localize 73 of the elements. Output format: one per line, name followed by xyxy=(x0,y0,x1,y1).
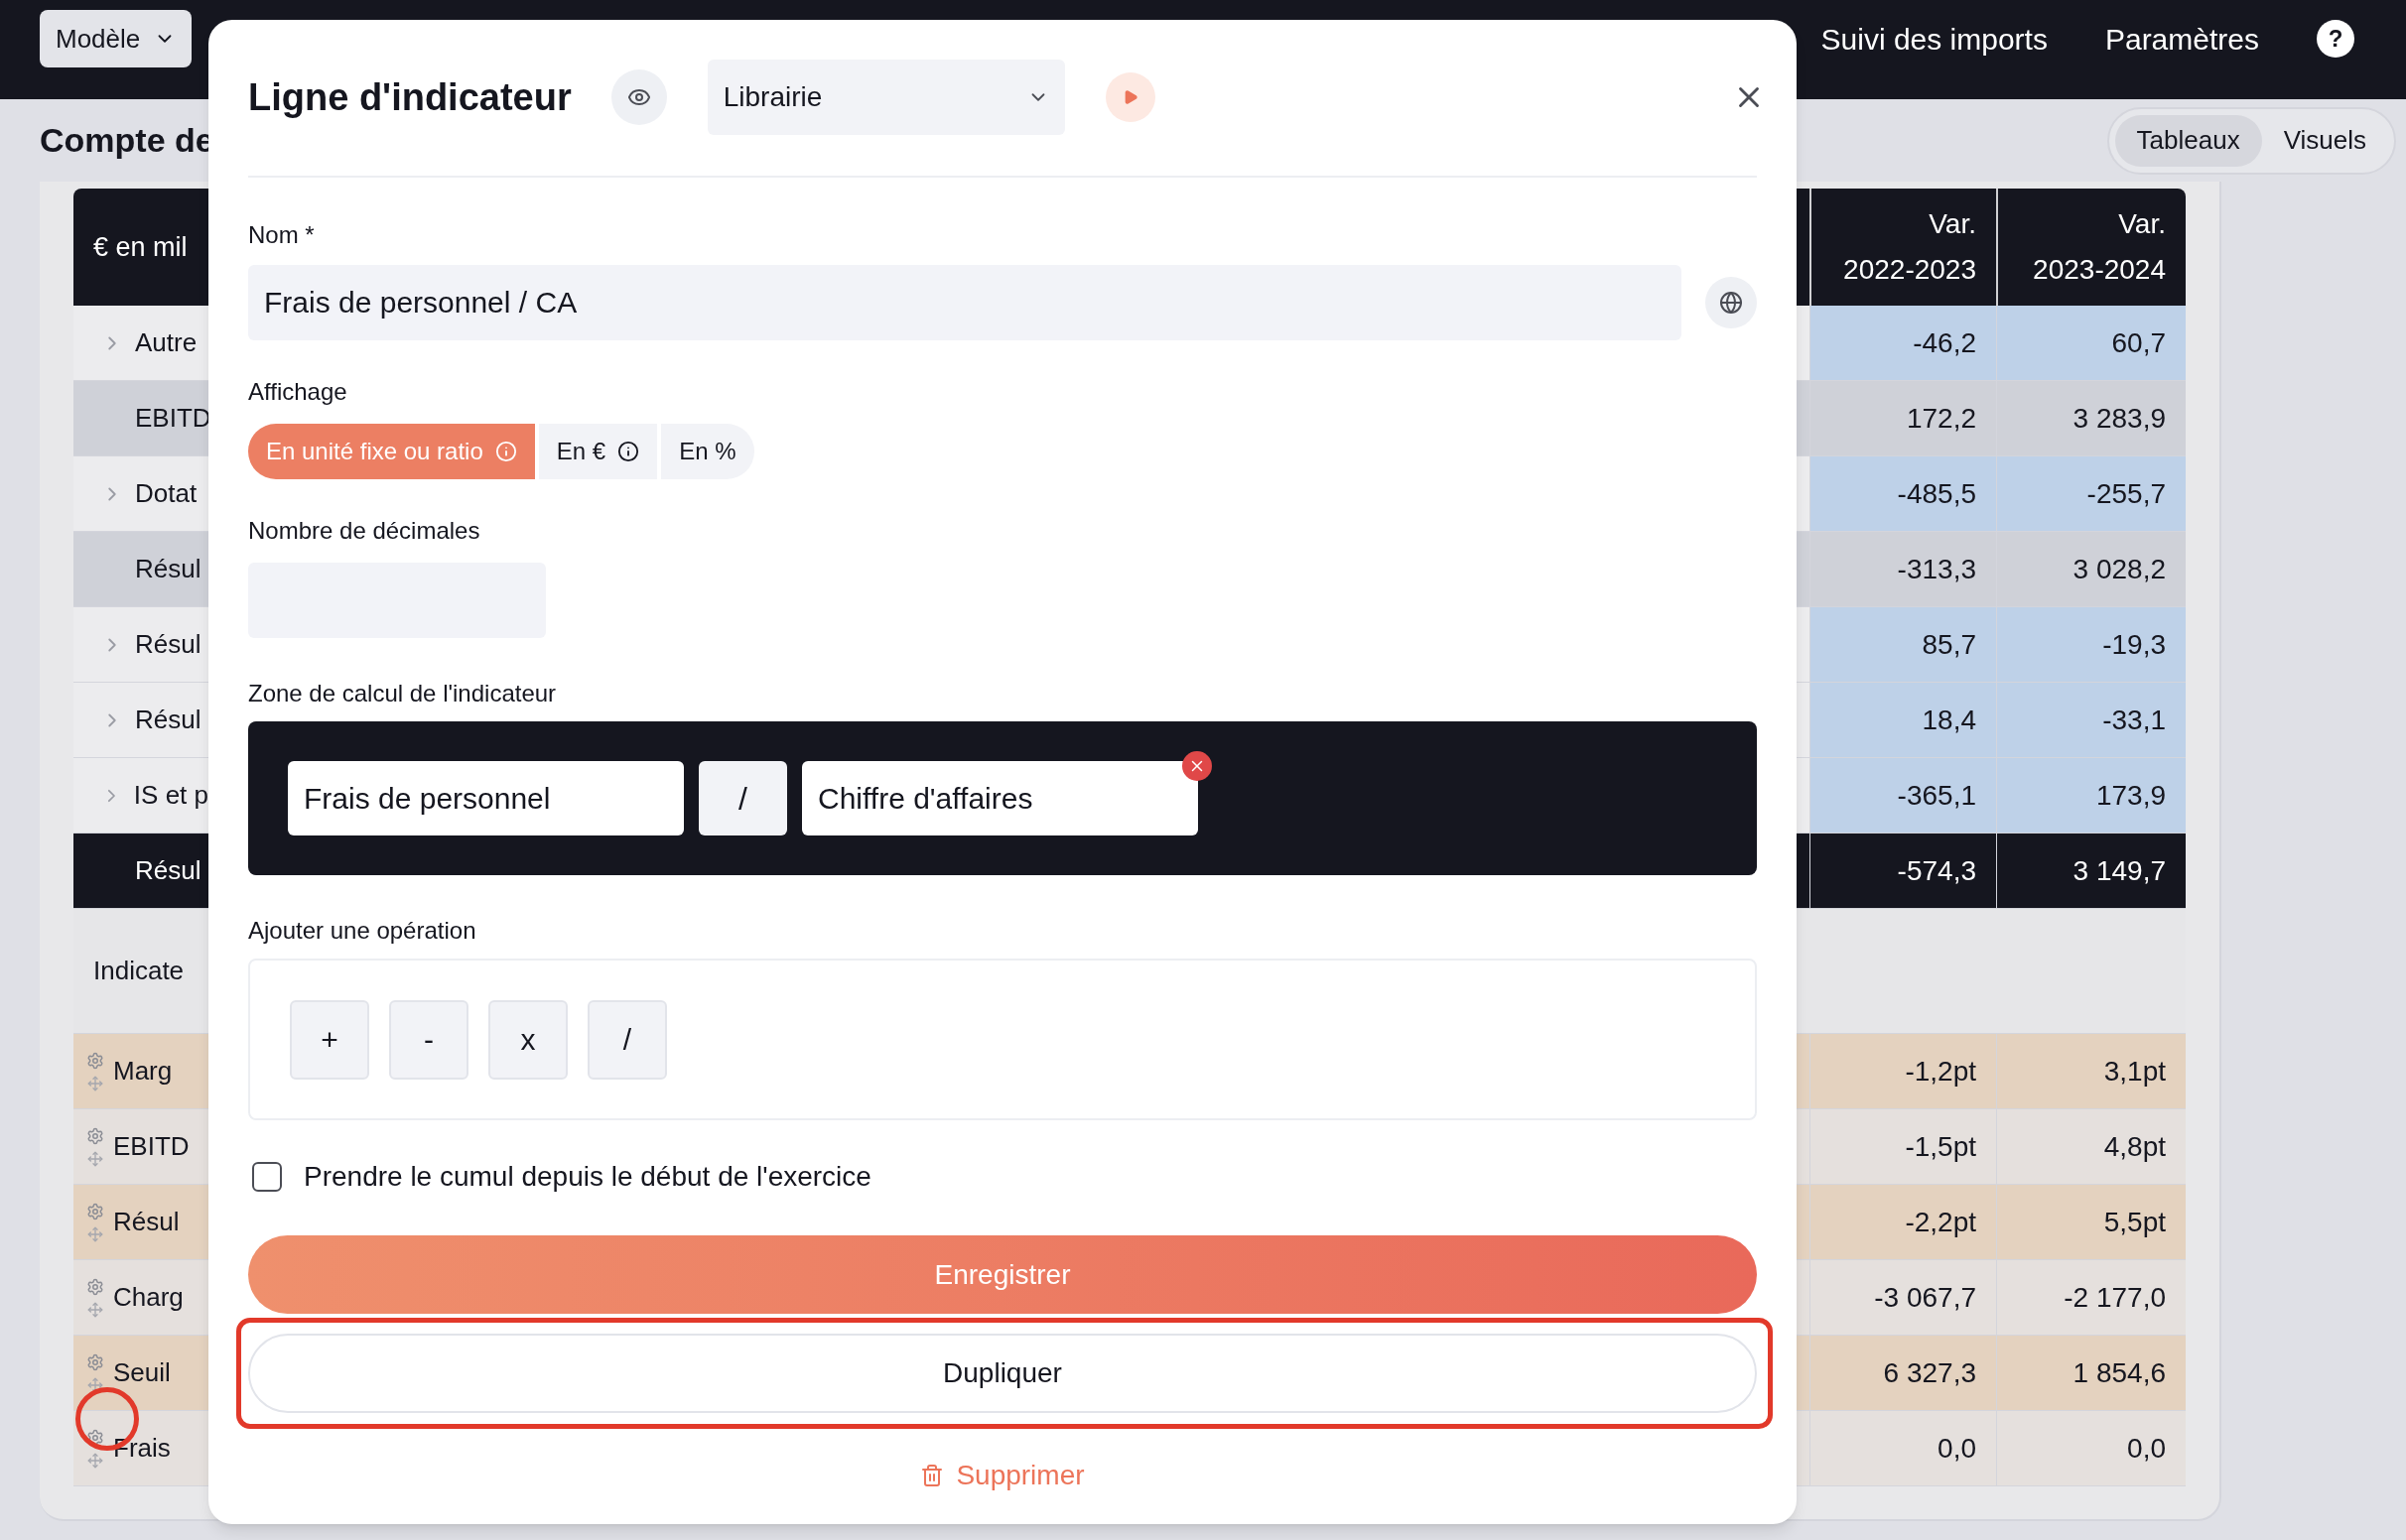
view-tab[interactable]: Visuels xyxy=(2261,114,2388,167)
info-icon xyxy=(494,441,517,462)
move-icon[interactable] xyxy=(87,1452,103,1469)
move-icon[interactable] xyxy=(87,1225,103,1242)
operand-token[interactable]: Frais de personnel xyxy=(288,761,684,835)
row-label: Dotat xyxy=(135,477,198,510)
value-cell: -255,7 xyxy=(1996,456,2186,531)
column-header: € en mil xyxy=(93,230,188,264)
globe-button[interactable] xyxy=(1705,277,1757,328)
value-cell: 173,9 xyxy=(1996,758,2186,833)
move-icon[interactable] xyxy=(87,1376,103,1393)
nav-link[interactable]: Suivi des imports xyxy=(1820,16,2048,62)
remove-button[interactable] xyxy=(1182,751,1212,781)
display-option[interactable]: En € xyxy=(538,424,658,479)
duplicate-button[interactable]: Dupliquer xyxy=(248,1334,1757,1413)
column-header: Var. xyxy=(1929,207,1976,241)
value-cell: -46,2 xyxy=(1809,306,1996,380)
value-cell: 60,7 xyxy=(1996,306,2186,380)
value-cell: -485,5 xyxy=(1809,456,1996,531)
help-button[interactable]: ? xyxy=(2317,20,2354,58)
operator-token[interactable]: / xyxy=(699,761,787,835)
field-label: Ajouter une opération xyxy=(248,916,477,946)
checkbox[interactable] xyxy=(252,1162,282,1192)
gear-icon[interactable] xyxy=(86,1202,104,1220)
column-header: 2023-2024 xyxy=(2033,253,2166,287)
operation-button[interactable]: + xyxy=(290,999,369,1080)
row-label: Résul xyxy=(135,854,201,887)
display-option[interactable]: En % xyxy=(661,424,754,479)
row-label: Résul xyxy=(135,628,201,661)
value-cell: -33,1 xyxy=(1996,683,2186,757)
row-label: Seuil xyxy=(113,1356,171,1389)
nav-link[interactable]: Paramètres xyxy=(2104,16,2259,62)
column-header: Var. xyxy=(2118,207,2166,241)
checkbox-label: Prendre le cumul depuis le début de l'exercice xyxy=(304,1160,871,1194)
row-label: Résul xyxy=(135,704,201,736)
row-label: EBITD xyxy=(113,1130,190,1163)
row-label: Résul xyxy=(113,1206,180,1238)
gear-icon[interactable] xyxy=(86,1428,104,1447)
operation-button[interactable]: - xyxy=(389,999,468,1080)
move-icon[interactable] xyxy=(87,1075,103,1091)
field-label: Nombre de décimales xyxy=(248,516,481,546)
value-cell: -19,3 xyxy=(1996,607,2186,682)
name-field[interactable]: Frais de personnel / CA xyxy=(248,265,1681,340)
gear-icon[interactable] xyxy=(86,1126,104,1145)
gear-icon[interactable] xyxy=(86,1277,104,1296)
globe-icon xyxy=(1719,291,1743,315)
operation-button[interactable]: / xyxy=(588,999,667,1080)
row-label: IS et p xyxy=(133,779,208,812)
field-label: Zone de calcul de l'indicateur xyxy=(248,679,558,708)
row-label: Charg xyxy=(113,1281,184,1314)
field-label: Affichage xyxy=(248,377,348,407)
view-tab[interactable]: Tableaux xyxy=(2114,114,2262,167)
row-label: Résul xyxy=(135,553,201,585)
move-icon[interactable] xyxy=(87,1301,103,1318)
move-icon[interactable] xyxy=(87,1150,103,1167)
value-cell: 18,4 xyxy=(1809,683,1996,757)
model-dropdown[interactable]: Modèle xyxy=(40,10,193,67)
gear-icon[interactable] xyxy=(86,1352,104,1371)
column-header: 2022-2023 xyxy=(1843,253,1976,287)
info-icon xyxy=(617,441,640,462)
operation-button[interactable]: x xyxy=(488,999,568,1080)
dialog-title: Ligne d'indicateur xyxy=(248,74,572,120)
row-label: Autre xyxy=(135,326,198,359)
play-button[interactable] xyxy=(1105,72,1155,122)
gear-icon[interactable] xyxy=(86,1051,104,1070)
trash-icon xyxy=(920,1464,945,1487)
value-cell: 85,7 xyxy=(1809,607,1996,682)
row-label: Marg xyxy=(113,1055,173,1088)
value-cell: -365,1 xyxy=(1809,758,1996,833)
category-select[interactable]: Librairie xyxy=(707,60,1065,135)
row-label: Indicate xyxy=(93,955,185,987)
field-label: Nom * xyxy=(248,220,316,250)
operand-token[interactable]: Chiffre d'affaires xyxy=(802,761,1198,835)
